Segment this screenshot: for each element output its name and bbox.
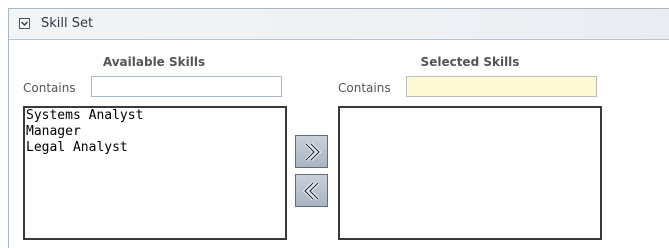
list-item[interactable]: Legal Analyst xyxy=(25,140,285,156)
selected-skills-heading: Selected Skills xyxy=(420,55,520,69)
collapse-chevron-icon[interactable] xyxy=(19,18,30,29)
add-skill-button[interactable] xyxy=(295,135,328,168)
remove-skill-button[interactable] xyxy=(295,174,328,207)
available-skills-heading: Available Skills xyxy=(102,55,206,69)
available-contains-label: Contains xyxy=(23,81,76,95)
available-skills-list[interactable]: Systems Analyst Manager Legal Analyst xyxy=(23,106,287,240)
double-chevron-right-icon xyxy=(304,142,321,161)
available-contains-input[interactable] xyxy=(91,76,282,97)
double-chevron-left-icon xyxy=(302,181,319,200)
selected-contains-label: Contains xyxy=(338,81,391,95)
section-title: Skill Set xyxy=(41,16,94,31)
selected-skills-list[interactable] xyxy=(338,106,602,240)
list-item[interactable]: Manager xyxy=(25,124,285,140)
skill-set-header: Skill Set xyxy=(9,9,669,40)
selected-contains-input[interactable] xyxy=(406,76,597,97)
list-item[interactable]: Systems Analyst xyxy=(25,108,285,124)
skill-set-panel: Skill Set Available Skills Contains Syst… xyxy=(8,8,669,248)
